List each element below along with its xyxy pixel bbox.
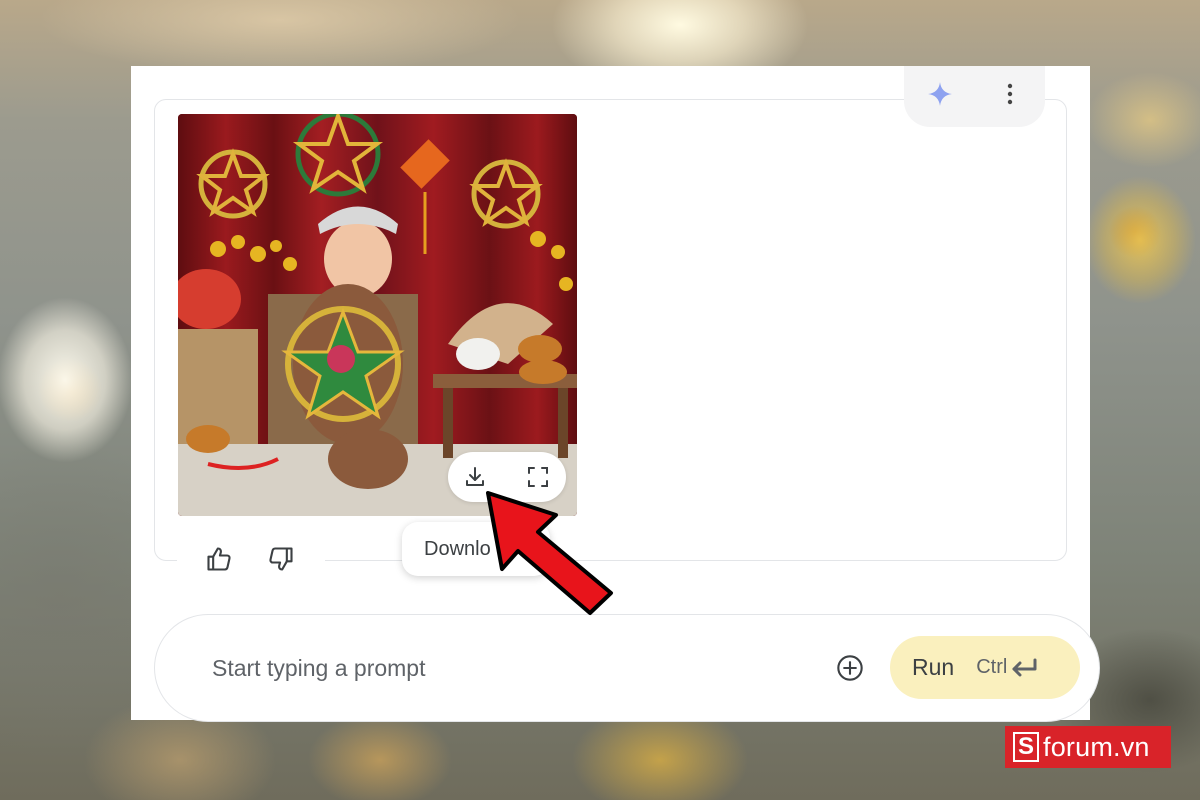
more-options-button[interactable] bbox=[997, 80, 1023, 108]
thumb-down-button[interactable] bbox=[264, 542, 298, 576]
thumb-down-icon bbox=[269, 547, 293, 571]
thumb-up-button[interactable] bbox=[202, 542, 236, 576]
add-media-button[interactable] bbox=[832, 650, 868, 686]
feedback-bar bbox=[177, 532, 325, 582]
thumb-up-icon bbox=[207, 547, 231, 571]
run-button-label: Run bbox=[912, 654, 955, 680]
sparkle-button[interactable] bbox=[926, 80, 954, 108]
enter-icon bbox=[1009, 657, 1039, 679]
sforum-logo: S forum.vn bbox=[1005, 726, 1171, 768]
run-button[interactable]: Run Ctrl bbox=[890, 636, 1080, 699]
sparkle-icon bbox=[928, 82, 952, 106]
more-vert-icon bbox=[1007, 83, 1013, 105]
run-shortcut-label: Ctrl bbox=[976, 656, 1008, 678]
add-circle-icon bbox=[837, 655, 863, 681]
sforum-logo-letter: S bbox=[1013, 732, 1039, 762]
prompt-input[interactable] bbox=[212, 648, 812, 688]
sforum-logo-text: forum.vn bbox=[1043, 731, 1150, 762]
red-arrow-annotation bbox=[486, 491, 613, 615]
